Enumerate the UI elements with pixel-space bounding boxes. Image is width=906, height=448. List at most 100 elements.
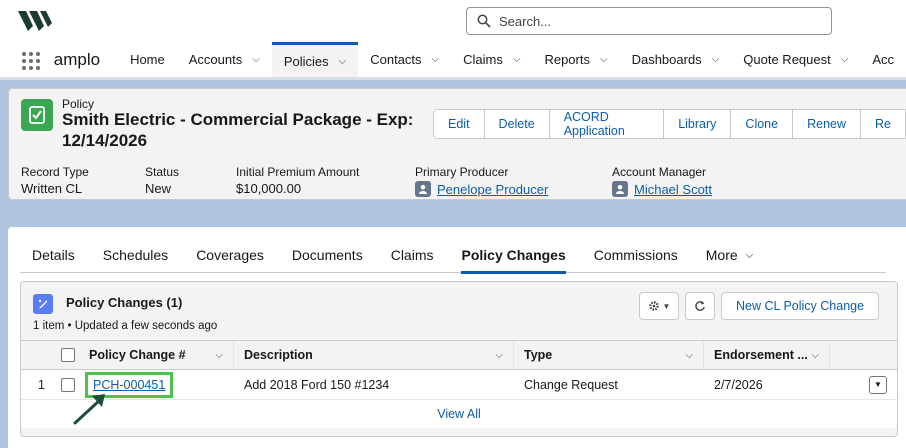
field-label: Status (145, 165, 180, 179)
highlight-premium: Initial Premium Amount $10,000.00 (236, 165, 359, 196)
acord-application-button[interactable]: ACORD Application (548, 109, 665, 139)
highlight-producer: Primary Producer Penelope Producer (415, 165, 548, 197)
highlight-status: Status New (145, 165, 179, 196)
chevron-down-icon[interactable]: ⌵ (811, 350, 819, 361)
tab-policy-changes[interactable]: Policy Changes (449, 237, 581, 274)
app-name: amplo (53, 50, 101, 69)
endorsement-cell: 2/7/2026 (714, 377, 763, 392)
nav-item-quote-request[interactable]: Quote Request ⌵ (731, 42, 860, 77)
nav-item-contacts[interactable]: Contacts ⌵ (358, 42, 451, 77)
library-button[interactable]: Library (663, 109, 732, 139)
policy-changes-table: Policy Change # ⌵ Description ⌵ Type ⌵ Endo… (21, 340, 897, 400)
tab-details[interactable]: Details (20, 237, 91, 273)
list-settings-button[interactable]: ▼ (639, 292, 679, 320)
column-header-endorsement[interactable]: Endorsement ... ⌵ (703, 341, 829, 369)
nav-item-dashboards[interactable]: Dashboards ⌵ (620, 42, 732, 77)
chevron-down-icon[interactable]: ⌵ (432, 54, 440, 65)
nav-label: Dashboards (631, 52, 702, 67)
clone-button[interactable]: Clone (730, 109, 794, 139)
app-launcher-icon[interactable] (20, 49, 42, 73)
related-list-policy-changes: Policy Changes (1) 1 item • Updated a fe… (20, 281, 898, 437)
chevron-down-icon[interactable]: ⌵ (495, 350, 503, 361)
chevron-down-icon[interactable]: ⌵ (252, 54, 260, 65)
nav-label: Policies (283, 53, 329, 69)
manager-name: Michael Scott (634, 181, 713, 197)
view-all-link[interactable]: View All (21, 400, 897, 428)
refresh-button[interactable] (685, 292, 715, 320)
select-all-cell (53, 341, 83, 369)
manager-link[interactable]: Michael Scott (612, 181, 712, 197)
arrow-annotation (73, 394, 105, 425)
nav-item-home[interactable]: Home (118, 42, 177, 77)
nav-item-claims[interactable]: Claims ⌵ (451, 42, 532, 77)
row-actions-cell: ▼ (829, 370, 897, 399)
chevron-down-icon: ▼ (662, 301, 671, 311)
nav-item-accounts[interactable]: Accounts ⌵ (177, 42, 272, 77)
user-icon (612, 181, 628, 197)
column-label: Description (244, 348, 313, 362)
nav-item-policies[interactable]: Policies ⌵ (271, 42, 359, 77)
search-placeholder: Search... (499, 13, 552, 29)
row-action-menu[interactable]: ▼ (869, 375, 887, 394)
tab-coverages[interactable]: Coverages (184, 237, 280, 273)
select-all-checkbox[interactable] (61, 348, 75, 362)
table-header: Policy Change # ⌵ Description ⌵ Type ⌵ Endo… (21, 340, 897, 370)
related-list-subtitle: 1 item • Updated a few seconds ago (33, 320, 218, 332)
column-header-policy-change[interactable]: Policy Change # ⌵ (83, 341, 233, 369)
producer-name: Penelope Producer (437, 181, 549, 197)
actions-header (829, 341, 897, 369)
chevron-down-icon[interactable]: ⌵ (600, 54, 608, 65)
nav-item-overflow[interactable]: Acc (860, 42, 906, 77)
row-number-header (21, 341, 53, 369)
nav-label: Home (130, 52, 165, 67)
tab-more[interactable]: More ⌵ (694, 237, 770, 273)
type-cell: Change Request (524, 377, 618, 392)
chevron-down-icon[interactable]: ⌵ (841, 54, 849, 65)
tab-more-label: More (705, 247, 738, 263)
new-cl-policy-change-button[interactable]: New CL Policy Change (721, 292, 880, 320)
row-number: 1 (38, 377, 45, 392)
chevron-down-icon: ▼ (874, 380, 882, 389)
field-label: Primary Producer (415, 165, 509, 179)
nav-label: Quote Request (743, 52, 831, 67)
chevron-down-icon[interactable]: ⌵ (513, 54, 521, 65)
chevron-down-icon[interactable]: ⌵ (339, 56, 347, 67)
tab-claims[interactable]: Claims (379, 237, 450, 273)
tab-commissions[interactable]: Commissions (582, 237, 694, 273)
column-label: Endorsement ... (714, 348, 808, 362)
delete-button[interactable]: Delete (483, 109, 550, 139)
overflow-action-button[interactable]: Re (860, 109, 906, 139)
producer-link[interactable]: Penelope Producer (415, 181, 548, 197)
chevron-down-icon: ⌵ (745, 249, 754, 261)
tab-bar: Details Schedules Coverages Documents Cl… (20, 237, 886, 274)
edit-button[interactable]: Edit (433, 109, 485, 139)
chevron-down-icon[interactable]: ⌵ (685, 350, 693, 361)
page-title: Smith Electric - Commercial Package - Ex… (62, 110, 414, 150)
nav-label: Claims (463, 52, 503, 67)
nav-bar: amplo Home Accounts ⌵ Policies ⌵ Contacts ⌵… (0, 42, 906, 80)
column-label: Type (524, 348, 553, 362)
refresh-icon (695, 301, 705, 311)
field-value: $10,000.00 (236, 181, 302, 196)
search-input[interactable]: Search... (466, 7, 832, 35)
column-header-type[interactable]: Type ⌵ (513, 341, 703, 369)
action-buttons: Edit Delete ACORD Application Library Cl… (433, 109, 906, 139)
policy-change-icon (33, 294, 53, 314)
policy-icon (21, 99, 53, 131)
logo[interactable] (18, 9, 52, 33)
nav-label: Accounts (188, 52, 243, 67)
chevron-down-icon[interactable]: ⌵ (712, 54, 720, 65)
search-icon (477, 14, 491, 28)
column-header-description[interactable]: Description ⌵ (233, 341, 513, 369)
chevron-down-icon[interactable]: ⌵ (215, 350, 223, 361)
tab-schedules[interactable]: Schedules (91, 237, 184, 273)
renew-button[interactable]: Renew (792, 109, 862, 139)
nav-item-reports[interactable]: Reports ⌵ (532, 42, 619, 77)
field-label: Initial Premium Amount (236, 165, 360, 179)
tab-documents[interactable]: Documents (280, 237, 379, 273)
gear-icon (648, 301, 659, 311)
field-label: Account Manager (612, 165, 707, 179)
nav-label: Contacts (370, 52, 422, 67)
related-list-title[interactable]: Policy Changes (1) (66, 295, 182, 310)
record-header: Policy Smith Electric - Commercial Packa… (8, 88, 906, 200)
